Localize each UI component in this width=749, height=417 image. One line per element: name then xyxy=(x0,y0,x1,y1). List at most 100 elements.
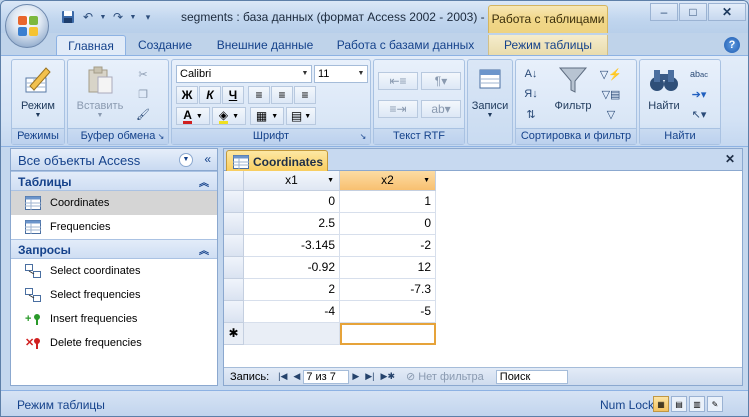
table-cell[interactable]: 0 xyxy=(244,191,340,213)
toggle-filter-icon[interactable]: ▽ xyxy=(602,105,620,123)
underline-button[interactable]: Ч xyxy=(222,86,244,104)
alt-fill-button[interactable]: ▤ ▼ xyxy=(286,107,316,125)
align-right-icon[interactable]: ≡ xyxy=(294,86,316,104)
close-document-icon[interactable]: ✕ xyxy=(725,152,735,166)
nav-pane-header[interactable]: Все объекты Access ▼ « xyxy=(11,149,217,171)
redo-dropdown-icon[interactable]: ▼ xyxy=(129,8,137,26)
office-button[interactable] xyxy=(5,4,49,48)
nav-section-queries[interactable]: Запросы ︽ xyxy=(11,239,217,259)
font-size-select[interactable]: 11 ▼ xyxy=(314,65,368,83)
select-all-corner[interactable] xyxy=(224,171,244,191)
gridlines-button[interactable]: ▦ ▼ xyxy=(250,107,284,125)
maximize-button[interactable]: □ xyxy=(679,3,707,21)
customize-qat-icon[interactable]: ▾ xyxy=(139,8,157,26)
design-view-icon[interactable]: ✎ xyxy=(707,396,723,412)
row-selector[interactable] xyxy=(224,257,244,279)
undo-icon[interactable]: ↶ xyxy=(79,8,97,26)
align-center-icon[interactable]: ≡ xyxy=(271,86,293,104)
current-record-field[interactable]: 7 из 7 xyxy=(303,369,350,384)
previous-record-icon[interactable]: ◀ xyxy=(293,371,300,382)
redo-icon[interactable]: ↷ xyxy=(109,8,127,26)
collapse-pane-icon[interactable]: « xyxy=(204,152,211,166)
chevron-down-icon[interactable]: ▼ xyxy=(327,171,334,190)
row-selector[interactable] xyxy=(224,213,244,235)
paste-button[interactable]: Вставить ▼ xyxy=(72,64,128,119)
tab-home[interactable]: Главная xyxy=(56,35,126,55)
replace-icon[interactable]: ab ac xyxy=(690,65,708,83)
minimize-button[interactable]: – xyxy=(650,3,678,21)
sort-descending-icon[interactable]: Я↓ xyxy=(522,85,540,103)
bold-button[interactable]: Ж xyxy=(176,86,198,104)
tab-external-data[interactable]: Внешние данные xyxy=(206,35,324,55)
clear-sort-icon[interactable]: ⇅ xyxy=(522,105,540,123)
paragraph-icon[interactable]: ¶▾ xyxy=(421,72,461,90)
new-record-marker[interactable]: ✱ xyxy=(224,323,244,345)
tab-datasheet[interactable]: Режим таблицы xyxy=(488,35,608,55)
table-cell[interactable]: -7.3 xyxy=(340,279,436,301)
first-record-icon[interactable]: |◀ xyxy=(278,371,287,382)
column-header-x1[interactable]: x1 ▼ xyxy=(244,171,340,191)
next-record-icon[interactable]: ▶ xyxy=(352,371,359,382)
goto-icon[interactable]: ➔▾ xyxy=(690,85,708,103)
table-cell[interactable]: -2 xyxy=(340,235,436,257)
last-record-icon[interactable]: ▶| xyxy=(365,371,374,382)
undo-dropdown-icon[interactable]: ▼ xyxy=(99,8,107,26)
font-color-button[interactable]: A ▼ xyxy=(176,107,210,125)
table-cell[interactable]: -4 xyxy=(244,301,340,323)
save-icon[interactable] xyxy=(59,8,77,26)
find-button[interactable]: Найти xyxy=(644,64,684,112)
close-button[interactable]: ✕ xyxy=(708,3,746,21)
select-icon[interactable]: ↖▾ xyxy=(690,105,708,123)
row-selector[interactable] xyxy=(224,235,244,257)
nav-item-select-coordinates[interactable]: Select coordinates xyxy=(11,259,217,283)
nav-item-delete-frequencies[interactable]: ✕ Delete frequencies xyxy=(11,331,217,355)
table-cell[interactable]: -3.145 xyxy=(244,235,340,257)
sort-ascending-icon[interactable]: A↓ xyxy=(522,65,540,83)
selection-filter-icon[interactable]: ▽⚡ xyxy=(600,65,622,83)
cut-icon[interactable]: ✂ xyxy=(134,65,152,83)
increase-indent-icon[interactable]: ≡⇥ xyxy=(378,100,418,118)
chevron-down-icon[interactable]: ▼ xyxy=(423,171,430,190)
highlight-icon[interactable]: ab▾ xyxy=(421,100,461,118)
table-cell[interactable]: -0.92 xyxy=(244,257,340,279)
row-selector[interactable] xyxy=(224,279,244,301)
records-button[interactable]: Записи ▼ xyxy=(470,64,510,119)
format-painter-icon[interactable]: 🖌 xyxy=(134,105,152,123)
pivot-chart-view-icon[interactable]: ▥ xyxy=(689,396,705,412)
fill-color-button[interactable]: ◈ ▼ xyxy=(212,107,246,125)
datasheet-view-icon[interactable]: ▦ xyxy=(653,396,669,412)
decrease-indent-icon[interactable]: ⇤≡ xyxy=(378,72,418,90)
column-header-x2[interactable]: x2 ▼ xyxy=(340,171,436,191)
table-cell[interactable]: 2.5 xyxy=(244,213,340,235)
tab-database-tools[interactable]: Работа с базами данных xyxy=(328,35,483,55)
align-left-icon[interactable]: ≡ xyxy=(248,86,270,104)
filter-button[interactable]: Фильтр xyxy=(548,64,598,112)
row-selector[interactable] xyxy=(224,301,244,323)
pivot-table-view-icon[interactable]: ▤ xyxy=(671,396,687,412)
nav-item-select-frequencies[interactable]: Select frequencies xyxy=(11,283,217,307)
table-cell[interactable]: -5 xyxy=(340,301,436,323)
nav-item-coordinates[interactable]: Coordinates xyxy=(11,191,217,215)
document-tab-coordinates[interactable]: Coordinates xyxy=(226,150,328,172)
tab-create[interactable]: Создание xyxy=(129,35,201,55)
nav-item-frequencies[interactable]: Frequencies xyxy=(11,215,217,239)
nav-item-insert-frequencies[interactable]: + Insert frequencies xyxy=(11,307,217,331)
clipboard-launcher-icon[interactable]: ↘ xyxy=(156,132,166,142)
new-record-cell[interactable] xyxy=(244,323,340,345)
nav-section-tables[interactable]: Таблицы ︽ xyxy=(11,171,217,191)
filter-status[interactable]: ⊘ Нет фильтра xyxy=(406,370,484,384)
help-icon[interactable]: ? xyxy=(724,37,740,53)
font-launcher-icon[interactable]: ↘ xyxy=(358,132,368,142)
search-input[interactable]: Поиск xyxy=(495,369,568,384)
view-button[interactable]: Режим ▼ xyxy=(15,64,61,119)
font-name-select[interactable]: Calibri ▼ xyxy=(176,65,312,83)
advanced-filter-icon[interactable]: ▽▤ xyxy=(602,85,621,103)
chevron-down-icon[interactable]: ▼ xyxy=(179,153,193,167)
row-selector[interactable] xyxy=(224,191,244,213)
table-cell[interactable]: 2 xyxy=(244,279,340,301)
copy-icon[interactable]: ❐ xyxy=(134,85,152,103)
italic-button[interactable]: К xyxy=(199,86,221,104)
table-cell[interactable]: 0 xyxy=(340,213,436,235)
new-record-icon[interactable]: ▶✱ xyxy=(381,371,395,382)
table-cell[interactable]: 12 xyxy=(340,257,436,279)
